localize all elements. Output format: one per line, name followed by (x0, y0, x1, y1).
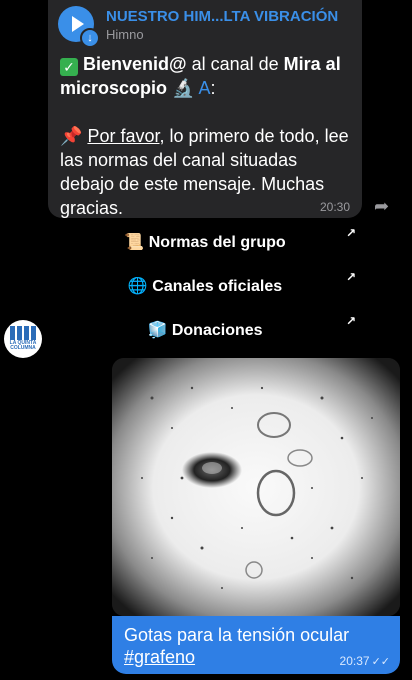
share-icon[interactable]: ➦ (374, 196, 389, 217)
ice-icon: 🧊 (147, 322, 168, 339)
microscope-photo[interactable] (112, 358, 400, 616)
external-arrow-icon: ↗ (345, 226, 356, 240)
audio-subtitle: Himno (106, 27, 144, 42)
external-arrow-icon: ↗ (345, 314, 356, 328)
play-icon (72, 16, 84, 32)
button-canales[interactable]: 🌐 Canales oficiales ↗ (48, 268, 362, 306)
hashtag-link[interactable]: #grafeno (124, 647, 195, 667)
globe-icon: 🌐 (127, 278, 148, 295)
button-normas[interactable]: 📜 Normas del grupo ↗ (48, 224, 362, 262)
avatar-label: LA QUINTA COLUMNA (9, 340, 37, 351)
message-text-1: al canal de (186, 54, 284, 74)
button-donaciones[interactable]: 🧊 Donaciones ↗ (48, 312, 362, 350)
audio-title[interactable]: NUESTRO HIM...LTA VIBRACIÓN (106, 8, 356, 25)
pinned-message-bubble: ↓ NUESTRO HIM...LTA VIBRACIÓN Himno ✓ Bi… (48, 0, 362, 218)
avatar-logo-icon (10, 326, 36, 340)
pin-icon: 📌 (60, 126, 83, 146)
button-label: Canales oficiales (152, 278, 283, 295)
message-link[interactable]: A (198, 78, 210, 98)
check-icon: ✓ (60, 58, 78, 76)
microscope-image (112, 358, 400, 616)
message-time: 20:30 (319, 200, 350, 214)
scroll-icon: 📜 (124, 234, 145, 251)
external-arrow-icon: ↗ (345, 270, 356, 284)
outgoing-time-label: 20:37 (339, 654, 370, 668)
microscope-icon: 🔬 (172, 78, 195, 98)
outgoing-caption: Gotas para la tensión ocular (124, 625, 350, 645)
button-label: Normas del grupo (148, 234, 286, 251)
message-text: ✓ Bienvenid@ al canal de Mira al microsc… (60, 52, 356, 220)
avatar[interactable]: LA QUINTA COLUMNA (4, 320, 42, 358)
read-ticks-icon: ✓✓ (371, 656, 390, 668)
outgoing-message-bubble: Gotas para la tensión ocular #grafeno 20… (112, 616, 400, 674)
message-underline: Por favor (87, 126, 160, 146)
message-bold-welcome: Bienvenid@ (83, 54, 187, 74)
outgoing-time: 20:37 ✓✓ (340, 654, 390, 668)
audio-play-button[interactable]: ↓ (58, 6, 100, 48)
button-label: Donaciones (171, 322, 263, 339)
download-icon[interactable]: ↓ (80, 28, 100, 48)
outgoing-text: Gotas para la tensión ocular #grafeno (124, 624, 349, 668)
message-colon: : (210, 78, 216, 98)
